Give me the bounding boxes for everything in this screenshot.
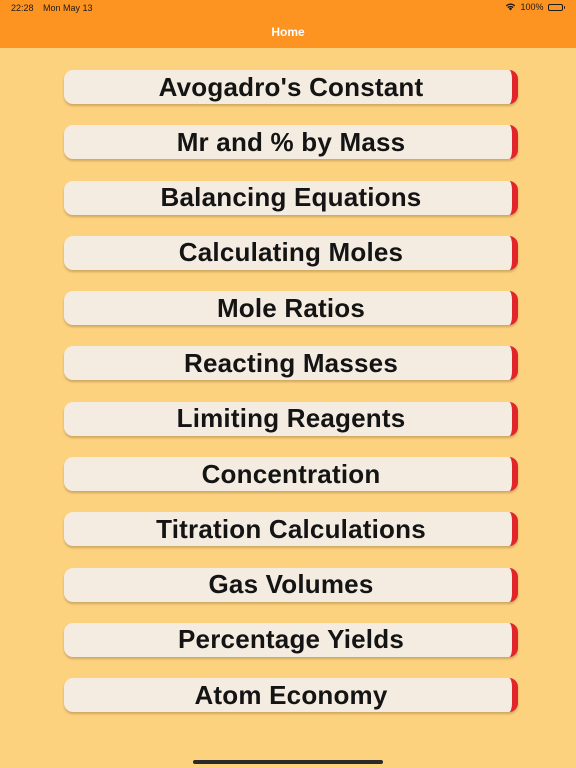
topic-label: Titration Calculations <box>156 513 426 544</box>
topic-label: Limiting Reagents <box>176 403 406 434</box>
topic-label: Gas Volumes <box>208 569 374 600</box>
topic-label: Mr and % by Mass <box>176 126 406 157</box>
topic-label: Mole Ratios <box>216 292 366 323</box>
topic-button-mr-and-percent-by-mass[interactable]: Mr and % by Mass <box>64 125 518 160</box>
topic-button-concentration[interactable]: Concentration <box>64 457 518 492</box>
navigation-header: 22:28 Mon May 13 100% Home <box>0 0 576 48</box>
topic-label: Atom Economy <box>194 679 388 710</box>
topic-button-calculating-moles[interactable]: Calculating Moles <box>64 235 518 270</box>
status-bar: 22:28 Mon May 13 100% <box>0 0 576 16</box>
home-indicator[interactable] <box>193 760 383 764</box>
topic-label: Reacting Masses <box>184 347 398 378</box>
topic-label: Concentration <box>201 458 381 489</box>
topic-button-reacting-masses[interactable]: Reacting Masses <box>64 346 518 381</box>
topic-button-limiting-reagents[interactable]: Limiting Reagents <box>64 401 518 436</box>
topic-button-percentage-yields[interactable]: Percentage Yields <box>64 622 518 657</box>
status-right: 100% <box>505 2 565 12</box>
topic-label: Balancing Equations <box>160 182 422 213</box>
topic-button-mole-ratios[interactable]: Mole Ratios <box>64 291 518 326</box>
topic-menu: Avogadro's Constant Mr and % by Mass Bal… <box>64 70 518 734</box>
battery-icon <box>547 3 565 11</box>
topic-button-gas-volumes[interactable]: Gas Volumes <box>64 567 518 602</box>
battery-percentage: 100% <box>520 2 544 12</box>
wifi-icon <box>505 3 516 11</box>
topic-label: Percentage Yields <box>178 624 404 655</box>
topic-button-avogadros-constant[interactable]: Avogadro's Constant <box>64 70 518 104</box>
status-time: 22:28 <box>11 3 34 13</box>
topic-button-titration-calculations[interactable]: Titration Calculations <box>64 512 518 547</box>
topic-button-balancing-equations[interactable]: Balancing Equations <box>64 180 518 215</box>
topic-label: Avogadro's Constant <box>158 71 424 102</box>
topic-label: Calculating Moles <box>178 237 404 268</box>
page-title: Home <box>271 25 305 39</box>
topic-button-atom-economy[interactable]: Atom Economy <box>64 678 518 713</box>
status-date: Mon May 13 <box>43 3 93 13</box>
